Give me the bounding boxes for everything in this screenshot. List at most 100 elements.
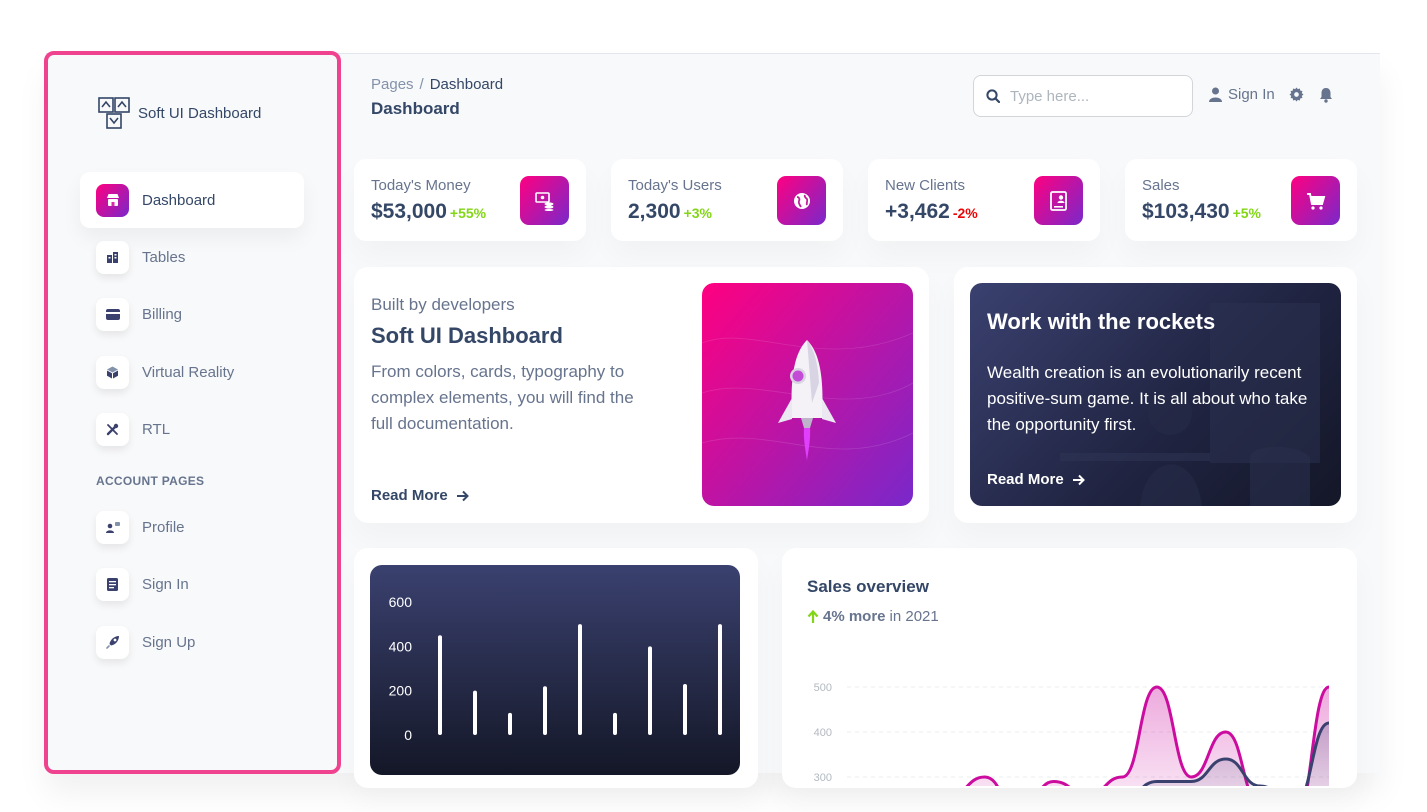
- brand-name: Soft UI Dashboard: [138, 104, 262, 122]
- sidebar-item-label: Dashboard: [142, 191, 216, 209]
- y-tick-label: 200: [389, 683, 413, 699]
- page-title: Dashboard: [371, 99, 460, 118]
- stat-card-todays-users: Today's Users 2,300 +3%: [611, 159, 843, 241]
- bar: [718, 624, 722, 735]
- stat-label: Today's Users: [628, 177, 722, 194]
- sales-overview-period: in 2021: [889, 608, 939, 625]
- section-label-account-pages: ACCOUNT PAGES: [96, 474, 205, 488]
- sidebar: Soft UI Dashboard Dashboard Tables Billi…: [44, 51, 341, 774]
- rocket-illustration-panel: [702, 283, 913, 506]
- stat-card-new-clients: New Clients +3,462 -2%: [868, 159, 1100, 241]
- spaceship-icon: [96, 625, 129, 659]
- bar: [543, 686, 547, 735]
- gear-icon[interactable]: [1289, 87, 1304, 102]
- stat-card-sales: Sales $103,430 +5%: [1125, 159, 1357, 241]
- bar: [473, 690, 477, 735]
- sidebar-item-sign-in[interactable]: Sign In: [80, 556, 304, 612]
- read-more-label: Read More: [371, 487, 448, 504]
- stat-value: +3,462 -2%: [885, 200, 978, 224]
- money-icon: [520, 176, 569, 225]
- bar: [578, 624, 582, 735]
- stat-value: $103,430 +5%: [1142, 200, 1261, 224]
- settings-tools-icon: [96, 412, 129, 446]
- sales-overview-card: Sales overview 4% more in 2021 500 400 300: [782, 548, 1357, 788]
- stat-value: 2,300 +3%: [628, 200, 712, 224]
- work-with-rockets-card: Work with the rockets Wealth creation is…: [954, 267, 1357, 523]
- breadcrumb-current: Dashboard: [429, 76, 504, 93]
- stat-number: $103,430: [1142, 200, 1230, 223]
- series-line: [965, 685, 1330, 786]
- bell-icon[interactable]: [1319, 87, 1333, 103]
- globe-icon: [777, 176, 826, 225]
- user-icon: [1209, 87, 1222, 102]
- brand[interactable]: Soft UI Dashboard: [98, 97, 261, 129]
- sidebar-item-billing[interactable]: Billing: [80, 286, 304, 342]
- stat-change: -2%: [952, 205, 978, 221]
- arrow-up-icon: [807, 609, 819, 623]
- sidebar-item-rtl[interactable]: RTL: [80, 401, 304, 457]
- sidebar-item-label: Billing: [142, 305, 183, 323]
- sales-overview-subtitle: 4% more in 2021: [807, 608, 939, 625]
- shop-icon: [96, 183, 129, 217]
- cart-icon: [1291, 176, 1340, 225]
- search-input[interactable]: [1010, 87, 1180, 105]
- card-description: From colors, cards, typography to comple…: [371, 362, 634, 433]
- stat-label: Today's Money: [371, 177, 471, 194]
- stat-value: $53,000 +55%: [371, 200, 486, 224]
- sales-overview-title: Sales overview: [807, 577, 929, 596]
- sidebar-item-tables[interactable]: Tables: [80, 229, 304, 285]
- stat-card-todays-money: Today's Money $53,000 +55%: [354, 159, 586, 241]
- sidebar-item-label: Profile: [142, 518, 185, 536]
- credit-card-icon: [96, 297, 129, 331]
- sidebar-item-dashboard[interactable]: Dashboard: [80, 172, 304, 228]
- rocket-icon: [702, 332, 913, 461]
- y-tick-label: 400: [814, 727, 832, 739]
- y-tick-label: 0: [404, 727, 412, 743]
- built-by-developers-card: Built by developers Soft UI Dashboard Fr…: [354, 267, 929, 523]
- sidebar-item-label: Sign Up: [142, 633, 196, 651]
- brand-logo-icon: [98, 97, 130, 129]
- search-icon: [986, 89, 1000, 103]
- card-description: Wealth creation is an evolutionarily rec…: [987, 363, 1308, 434]
- arrow-right-icon: [456, 490, 469, 501]
- header-sign-in-link[interactable]: Sign In: [1209, 86, 1275, 103]
- active-users-chart-card: 600 400 200 0: [354, 548, 758, 788]
- bar: [508, 712, 512, 735]
- breadcrumb-root[interactable]: Pages: [371, 76, 414, 93]
- y-tick-label: 400: [389, 638, 413, 654]
- bar: [613, 712, 617, 735]
- stat-change: +5%: [1232, 205, 1262, 221]
- bar: [648, 646, 652, 735]
- stat-label: Sales: [1142, 177, 1180, 194]
- rockets-background-panel: Work with the rockets Wealth creation is…: [970, 283, 1341, 506]
- series-area: [967, 687, 1329, 786]
- stat-label: New Clients: [885, 177, 966, 194]
- office-icon: [96, 240, 129, 274]
- sidebar-item-profile[interactable]: Profile: [80, 499, 304, 555]
- bar-chart-panel: 600 400 200 0: [370, 565, 740, 775]
- document-icon: [96, 567, 129, 601]
- y-tick-label: 500: [814, 682, 832, 694]
- sales-line-chart: 500 400 300: [814, 682, 1330, 786]
- stat-number: 2,300: [628, 200, 681, 223]
- stat-change: +3%: [683, 205, 712, 221]
- read-more-link[interactable]: Read More: [371, 487, 469, 504]
- sales-overview-change: 4% more: [823, 608, 886, 625]
- card-kicker: Built by developers: [371, 295, 515, 314]
- read-more-link[interactable]: Read More: [987, 471, 1085, 488]
- sign-in-label: Sign In: [1228, 86, 1275, 103]
- stat-number: $53,000: [371, 200, 447, 223]
- arrow-right-icon: [1072, 474, 1085, 485]
- stat-number: +3,462: [885, 200, 950, 223]
- stat-change: +55%: [449, 205, 487, 221]
- card-heading: Work with the rockets: [987, 309, 1216, 334]
- search-box: [973, 75, 1193, 117]
- sidebar-item-sign-up[interactable]: Sign Up: [80, 614, 304, 670]
- sidebar-item-label: Virtual Reality: [142, 363, 235, 381]
- breadcrumb-separator: /: [419, 76, 424, 93]
- sidebar-item-label: Sign In: [142, 575, 189, 593]
- box-3d-icon: [96, 355, 129, 389]
- document-user-icon: [1034, 176, 1083, 225]
- sidebar-item-virtual-reality[interactable]: Virtual Reality: [80, 344, 304, 400]
- bar: [683, 684, 687, 735]
